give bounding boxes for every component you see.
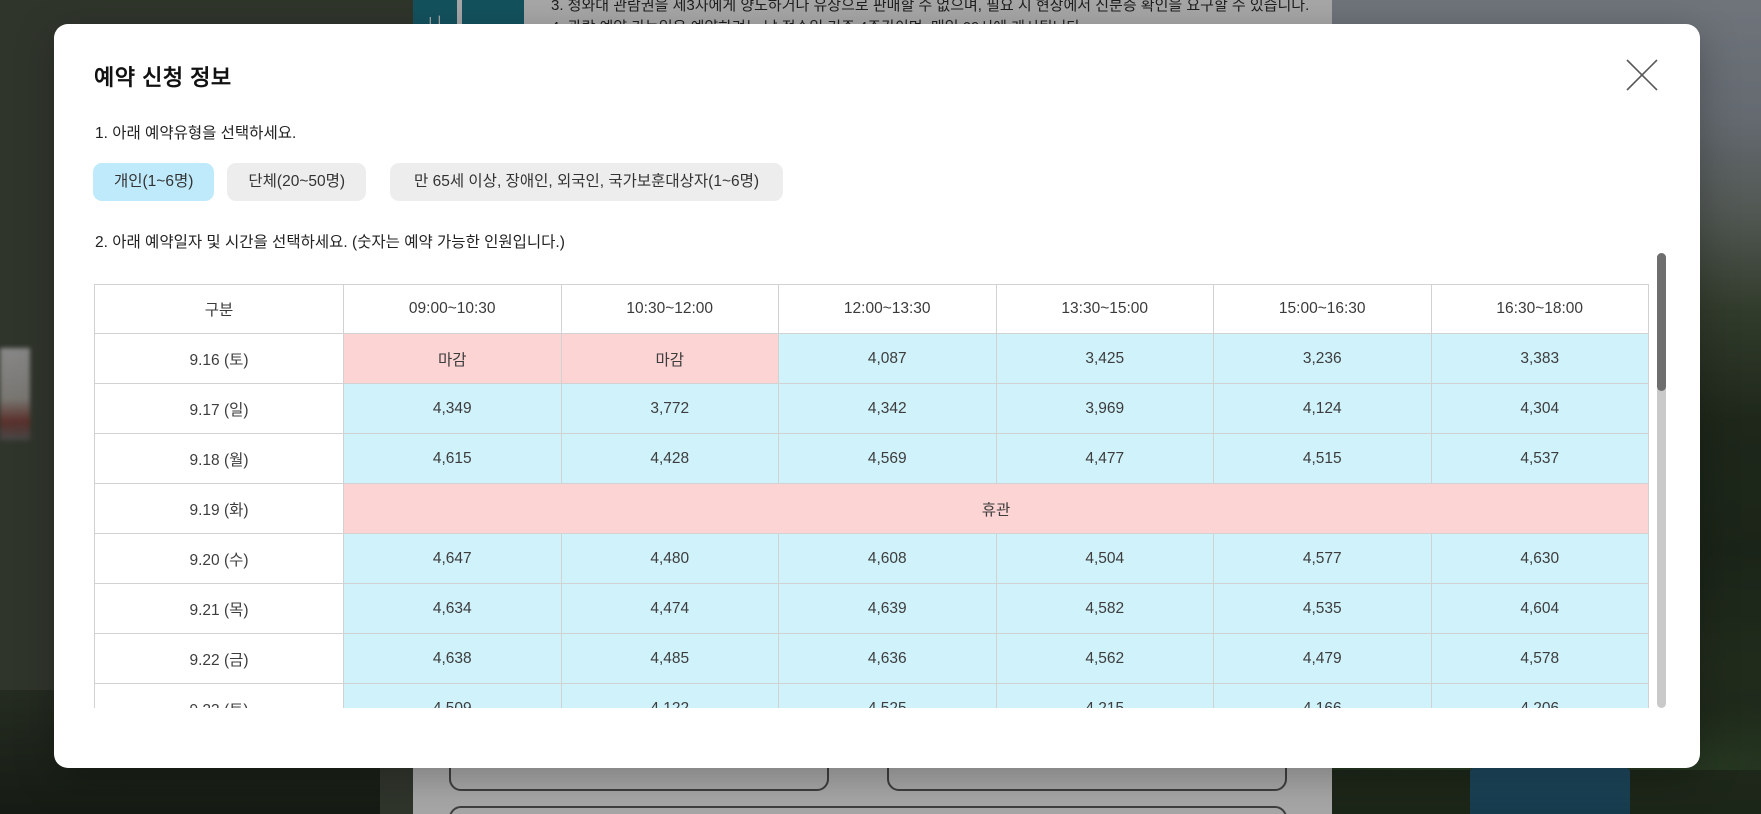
available-slot-cell[interactable]: 3,383 (1430, 333, 1649, 384)
available-slot-cell[interactable]: 4,122 (560, 683, 779, 708)
available-slot-cell[interactable]: 4,477 (995, 433, 1214, 484)
available-slot-cell[interactable]: 4,166 (1213, 683, 1432, 708)
available-slot-cell[interactable]: 4,638 (343, 633, 562, 684)
available-slot-cell[interactable]: 4,215 (995, 683, 1214, 708)
scrollbar-track[interactable] (1657, 253, 1666, 708)
available-slot-cell[interactable]: 3,969 (995, 383, 1214, 434)
available-slot-cell[interactable]: 4,562 (995, 633, 1214, 684)
date-cell: 9.17 (일) (94, 383, 344, 434)
column-header: 10:30~12:00 (560, 284, 779, 334)
available-slot-cell[interactable]: 4,304 (1430, 383, 1649, 434)
date-cell: 9.19 (화) (94, 483, 344, 534)
available-slot-cell[interactable]: 4,485 (560, 633, 779, 684)
modal-title: 예약 신청 정보 (94, 65, 232, 90)
available-slot-cell[interactable]: 4,206 (1430, 683, 1649, 708)
available-slot-cell[interactable]: 4,636 (778, 633, 997, 684)
available-slot-cell[interactable]: 4,124 (1213, 383, 1432, 434)
available-slot-cell[interactable]: 4,087 (778, 333, 997, 384)
table-header-row: 구분 09:00~10:30 10:30~12:00 12:00~13:30 13:30… (94, 284, 1649, 334)
available-slot-cell[interactable]: 4,525 (778, 683, 997, 708)
closed-slot-cell: 마감 (343, 333, 562, 384)
close-icon[interactable] (1624, 57, 1660, 93)
available-slot-cell[interactable]: 4,509 (343, 683, 562, 708)
available-slot-cell[interactable]: 4,569 (778, 433, 997, 484)
available-slot-cell[interactable]: 4,604 (1430, 583, 1649, 634)
available-slot-cell[interactable]: 4,578 (1430, 633, 1649, 684)
date-cell: 9.22 (금) (94, 633, 344, 684)
type-button-1[interactable]: 단체(20~50명) (227, 163, 367, 201)
table-row: 9.22 (금) 4,638 4,485 4,636 4,562 4,479 4,578 (94, 633, 1649, 684)
availability-table: 구분 09:00~10:30 10:30~12:00 12:00~13:30 13:30… (94, 284, 1649, 708)
date-cell: 9.20 (수) (94, 533, 344, 584)
closed-slot-cell: 마감 (560, 333, 779, 384)
available-slot-cell[interactable]: 4,608 (778, 533, 997, 584)
column-header: 13:30~15:00 (995, 284, 1214, 334)
column-header: 09:00~10:30 (343, 284, 562, 334)
column-header: 15:00~16:30 (1213, 284, 1432, 334)
available-slot-cell[interactable]: 4,504 (995, 533, 1214, 584)
available-slot-cell[interactable]: 4,634 (343, 583, 562, 634)
table-row: 9.20 (수) 4,647 4,480 4,608 4,504 4,577 4,630 (94, 533, 1649, 584)
table-row: 9.19 (화) 휴관 (94, 483, 1649, 534)
available-slot-cell[interactable]: 4,577 (1213, 533, 1432, 584)
available-slot-cell[interactable]: 4,582 (995, 583, 1214, 634)
available-slot-cell[interactable]: 4,474 (560, 583, 779, 634)
step1-label: 1. 아래 예약유형을 선택하세요. (95, 125, 297, 142)
holiday-cell: 휴관 (343, 483, 1649, 534)
table-row: 9.21 (목) 4,634 4,474 4,639 4,582 4,535 4,604 (94, 583, 1649, 634)
table-row: 9.16 (토) 마감 마감 4,087 3,425 3,236 3,383 (94, 333, 1649, 384)
date-cell: 9.18 (월) (94, 433, 344, 484)
scrollbar-thumb[interactable] (1657, 253, 1666, 391)
available-slot-cell[interactable]: 4,639 (778, 583, 997, 634)
type-button-0[interactable]: 개인(1~6명) (93, 163, 215, 201)
column-header: 12:00~13:30 (778, 284, 997, 334)
table-row: 9.17 (일) 4,349 3,772 4,342 3,969 4,124 4,304 (94, 383, 1649, 434)
date-cell: 9.23 (토) (94, 683, 344, 708)
available-slot-cell[interactable]: 4,428 (560, 433, 779, 484)
available-slot-cell[interactable]: 4,342 (778, 383, 997, 434)
available-slot-cell[interactable]: 4,535 (1213, 583, 1432, 634)
date-cell: 9.16 (토) (94, 333, 344, 384)
table-row: 9.23 (토)4,5094,1224,5254,2154,1664,206 (94, 683, 1649, 708)
available-slot-cell[interactable]: 4,515 (1213, 433, 1432, 484)
available-slot-cell[interactable]: 3,425 (995, 333, 1214, 384)
available-slot-cell[interactable]: 3,772 (560, 383, 779, 434)
available-slot-cell[interactable]: 4,480 (560, 533, 779, 584)
table-row: 9.18 (월) 4,615 4,428 4,569 4,477 4,515 4,537 (94, 433, 1649, 484)
schedule-table-viewport: 구분 09:00~10:30 10:30~12:00 12:00~13:30 13:30… (94, 253, 1666, 708)
available-slot-cell[interactable]: 3,236 (1213, 333, 1432, 384)
column-header: 16:30~18:00 (1430, 284, 1649, 334)
available-slot-cell[interactable]: 4,630 (1430, 533, 1649, 584)
type-button-2[interactable]: 만 65세 이상, 장애인, 외국인, 국가보훈대상자(1~6명) (390, 163, 784, 201)
available-slot-cell[interactable]: 4,615 (343, 433, 562, 484)
date-cell: 9.21 (목) (94, 583, 344, 634)
step2-label: 2. 아래 예약일자 및 시간을 선택하세요. (숫자는 예약 가능한 인원입니… (95, 234, 565, 251)
reservation-type-buttons: 개인(1~6명) 단체(20~50명) 만 65세 이상, 장애인, 외국인, 국가… (93, 163, 784, 201)
available-slot-cell[interactable]: 4,647 (343, 533, 562, 584)
available-slot-cell[interactable]: 4,537 (1430, 433, 1649, 484)
reservation-modal: 예약 신청 정보 1. 아래 예약유형을 선택하세요. 개인(1~6명) 단체(2… (54, 24, 1700, 768)
column-header: 구분 (94, 284, 344, 334)
available-slot-cell[interactable]: 4,479 (1213, 633, 1432, 684)
available-slot-cell[interactable]: 4,349 (343, 383, 562, 434)
